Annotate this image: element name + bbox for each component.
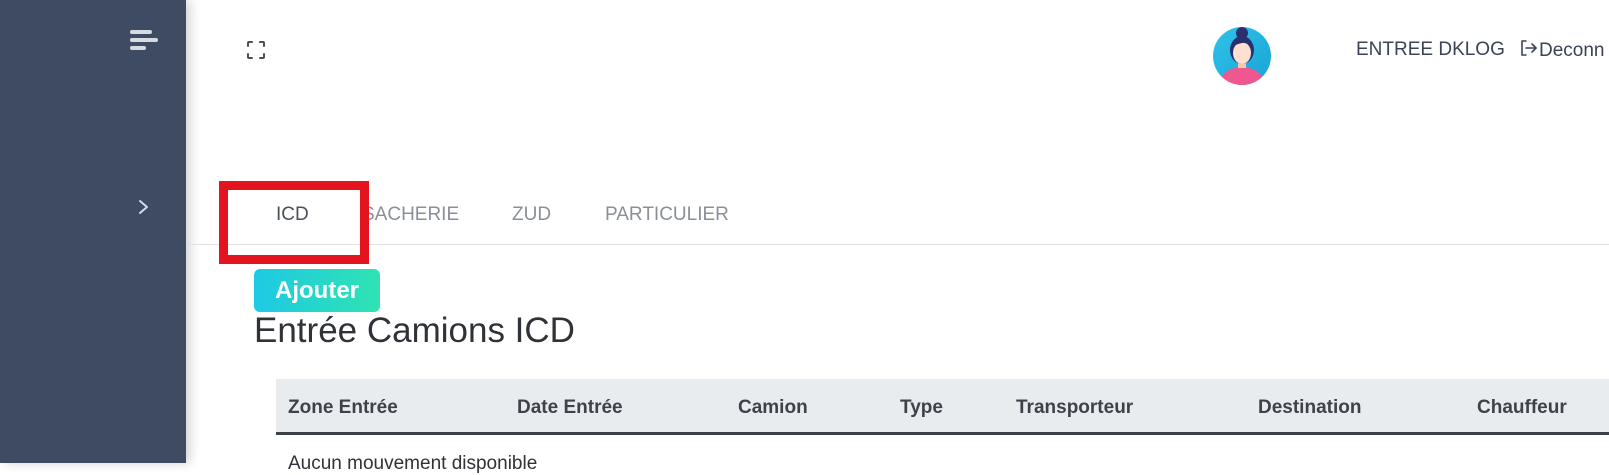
user-avatar[interactable]	[1211, 14, 1273, 86]
sidebar	[0, 0, 186, 463]
tab-particulier[interactable]: PARTICULIER	[605, 204, 729, 226]
logout-button[interactable]: Deconn	[1520, 39, 1605, 63]
tab-sacherie[interactable]: SACHERIE	[362, 204, 459, 226]
fullscreen-icon[interactable]	[246, 40, 266, 60]
logout-label: Deconn	[1539, 40, 1605, 61]
column-date-entree[interactable]: Date Entrée	[517, 397, 623, 419]
column-transporteur[interactable]: Transporteur	[1016, 397, 1133, 419]
add-button[interactable]: Ajouter	[254, 269, 380, 312]
column-camion[interactable]: Camion	[738, 397, 808, 419]
user-name: ENTREE DKLOG	[1356, 39, 1505, 60]
main-content: ENTREE DKLOG Deconn ICD SACHERIE ZUD PAR…	[186, 0, 1609, 474]
table-header: Zone Entrée Date Entrée Camion Type Tran…	[276, 379, 1609, 435]
logout-icon	[1520, 39, 1539, 63]
tab-zud[interactable]: ZUD	[512, 204, 551, 226]
tab-icd[interactable]: ICD	[276, 204, 309, 226]
column-zone-entree[interactable]: Zone Entrée	[288, 397, 398, 419]
tab-bar: ICD SACHERIE ZUD PARTICULIER	[186, 192, 1609, 245]
menu-icon[interactable]	[130, 30, 158, 52]
column-chauffeur[interactable]: Chauffeur	[1477, 397, 1567, 419]
column-destination[interactable]: Destination	[1258, 397, 1361, 419]
chevron-right-icon[interactable]	[136, 196, 152, 218]
empty-table-message: Aucun mouvement disponible	[288, 453, 538, 474]
page-title: Entrée Camions ICD	[254, 311, 575, 350]
column-type[interactable]: Type	[900, 397, 943, 419]
